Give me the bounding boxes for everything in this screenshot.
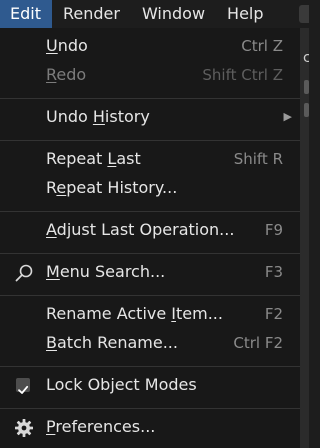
menu-separator <box>0 366 300 367</box>
menu-item-adjust-last-operation[interactable]: Adjust Last Operation... F9 <box>0 216 300 244</box>
menu-item-label: Batch Rename... <box>46 333 178 352</box>
background-label: c <box>303 50 309 66</box>
menu-window[interactable]: Window <box>131 0 216 28</box>
menu-item-label: Redo <box>46 65 87 84</box>
background-widget <box>304 80 309 94</box>
menu-separator <box>0 140 300 141</box>
menu-item-batch-rename[interactable]: Batch Rename... Ctrl F2 <box>0 329 300 357</box>
menu-item-repeat-history[interactable]: Repeat History... <box>0 174 300 202</box>
menu-item-repeat-last[interactable]: Repeat Last Shift R <box>0 145 300 173</box>
app-window: Edit Render Window Help c Undo Ctrl Z Re… <box>0 0 309 448</box>
menu-item-lock-object-modes[interactable]: Lock Object Modes <box>0 371 300 399</box>
menu-item-rename-active-item[interactable]: Rename Active Item... F2 <box>0 300 300 328</box>
shortcut-text: Shift Ctrl Z <box>202 66 283 84</box>
menu-item-label: Lock Object Modes <box>46 375 197 394</box>
menu-item-label: Adjust Last Operation... <box>46 220 235 239</box>
menu-render[interactable]: Render <box>52 0 131 28</box>
menu-item-undo-history[interactable]: Undo History ▶ <box>0 103 300 131</box>
checkbox-icon[interactable] <box>16 378 30 394</box>
menu-edit[interactable]: Edit <box>0 0 52 28</box>
shortcut-text: Ctrl F2 <box>233 334 283 352</box>
shortcut-text: F2 <box>264 305 283 323</box>
menu-item-label: Repeat History... <box>46 178 178 197</box>
menu-separator <box>0 211 300 212</box>
background-widget <box>304 103 309 117</box>
gear-icon <box>15 419 33 437</box>
top-menubar: Edit Render Window Help <box>0 0 309 28</box>
menu-item-label: Rename Active Item... <box>46 304 223 323</box>
background-panel-edge: c <box>300 28 309 448</box>
menu-help[interactable]: Help <box>216 0 274 28</box>
shortcut-text: Ctrl Z <box>241 37 283 55</box>
menu-item-redo[interactable]: Redo Shift Ctrl Z <box>0 61 300 89</box>
shortcut-text: F9 <box>264 221 283 239</box>
menu-item-menu-search[interactable]: Menu Search... F3 <box>0 258 300 286</box>
menubar-overflow-widget[interactable] <box>299 5 309 23</box>
menu-item-undo[interactable]: Undo Ctrl Z <box>0 32 300 60</box>
menu-separator <box>0 253 300 254</box>
menu-item-label: Repeat Last <box>46 149 141 168</box>
checkmark-icon <box>18 385 29 394</box>
search-icon <box>15 264 33 282</box>
shortcut-text: F3 <box>264 263 283 281</box>
menu-item-preferences[interactable]: Preferences... <box>0 413 300 441</box>
shortcut-text: Shift R <box>233 150 283 168</box>
menu-item-label: Undo History <box>46 107 150 126</box>
menu-item-label: Menu Search... <box>46 262 166 281</box>
menu-separator <box>0 98 300 99</box>
submenu-arrow-icon: ▶ <box>283 110 292 123</box>
menu-separator <box>0 295 300 296</box>
menu-item-label: Undo <box>46 36 88 55</box>
menu-item-label: Preferences... <box>46 417 156 436</box>
edit-menu-dropdown: Undo Ctrl Z Redo Shift Ctrl Z Undo Histo… <box>0 28 300 448</box>
menu-separator <box>0 408 300 409</box>
